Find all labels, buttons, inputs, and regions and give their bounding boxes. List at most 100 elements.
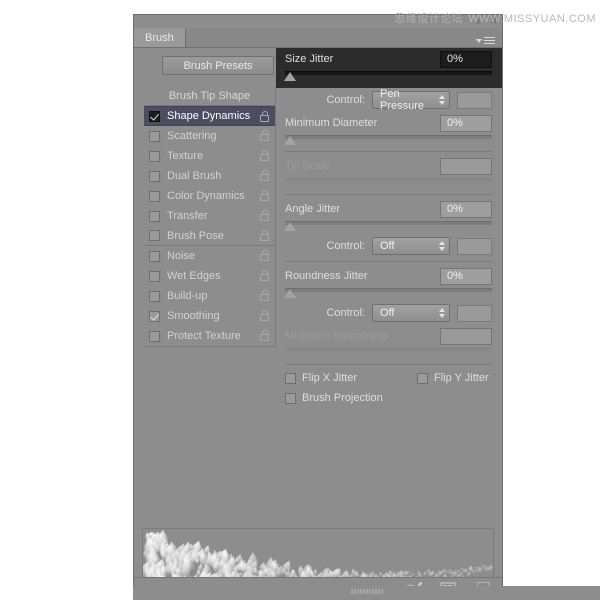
checkbox-color-dynamics[interactable]: [149, 191, 160, 202]
size-control-dropdown[interactable]: Pen Pressure: [372, 91, 450, 109]
minimum-roundness-slider: [285, 347, 492, 361]
tilt-scale-value: [440, 158, 492, 175]
brush-panel-window: « ✕ Brush Brush Presets Brush Tip ShapeS…: [133, 14, 503, 600]
brush-projection-checkbox[interactable]: [285, 393, 296, 404]
lock-icon[interactable]: [260, 230, 269, 241]
roundness-control-stub: [457, 305, 492, 322]
checkbox-shape-dynamics[interactable]: [149, 111, 160, 122]
flip-x-jitter-checkbox[interactable]: [285, 373, 296, 384]
sidebar-item-wet-edges[interactable]: Wet Edges: [144, 266, 275, 286]
checkbox-texture[interactable]: [149, 151, 160, 162]
brush-projection-label: Brush Projection: [302, 392, 383, 404]
stepper-arrows-icon: [439, 308, 445, 318]
lock-icon[interactable]: [260, 150, 269, 161]
checkbox-smoothing[interactable]: [149, 311, 160, 322]
roundness-jitter-thumb[interactable]: [284, 289, 296, 298]
flip-jitter-row: Flip X Jitter Flip Y Jitter: [276, 368, 502, 388]
sidebar-item-build-up[interactable]: Build-up: [144, 286, 275, 306]
size-jitter-slider[interactable]: [285, 70, 492, 84]
lock-icon[interactable]: [260, 190, 269, 201]
brush-options-sidebar: Brush Presets Brush Tip ShapeShape Dynam…: [134, 48, 276, 577]
size-jitter-row: Size Jitter 0%: [276, 48, 502, 70]
angle-control-dropdown[interactable]: Off: [372, 237, 450, 255]
sidebar-item-transfer[interactable]: Transfer: [144, 206, 275, 226]
flip-x-jitter-label: Flip X Jitter: [302, 372, 357, 384]
sidebar-item-protect-texture[interactable]: Protect Texture: [144, 326, 275, 346]
brush-stroke-preview: [142, 528, 494, 577]
angle-jitter-label: Angle Jitter: [285, 203, 440, 215]
brush-presets-button[interactable]: Brush Presets: [162, 56, 274, 75]
size-control-block: Control: Pen Pressure: [276, 88, 502, 112]
angle-jitter-row: Angle Jitter 0%: [276, 198, 502, 220]
checkbox-dual-brush[interactable]: [149, 171, 160, 182]
sidebar-item-smoothing[interactable]: Smoothing: [144, 306, 275, 326]
checkbox-brush-pose[interactable]: [149, 230, 160, 241]
roundness-control-value: Off: [380, 307, 439, 319]
angle-control-row: Control: Off: [276, 234, 502, 258]
drag-grip-icon[interactable]: [351, 589, 382, 594]
sidebar-item-dual-brush[interactable]: Dual Brush: [144, 166, 275, 186]
checkbox-transfer[interactable]: [149, 211, 160, 222]
lock-icon[interactable]: [260, 270, 269, 281]
roundness-jitter-slider[interactable]: [285, 287, 492, 301]
sidebar-item-texture[interactable]: Texture: [144, 146, 275, 166]
sidebar-item-noise[interactable]: Noise: [144, 246, 275, 266]
angle-jitter-block: Angle Jitter 0%: [276, 198, 502, 234]
sidebar-item-label: Wet Edges: [167, 270, 221, 282]
lock-icon[interactable]: [260, 330, 269, 341]
checkbox-scattering[interactable]: [149, 131, 160, 142]
size-jitter-thumb[interactable]: [284, 72, 296, 81]
panel-menu-icon[interactable]: [476, 37, 495, 44]
checkbox-noise[interactable]: [149, 251, 160, 262]
minimum-diameter-block: Minimum Diameter 0%: [276, 112, 502, 148]
angle-jitter-value[interactable]: 0%: [440, 201, 492, 218]
sidebar-item-scattering[interactable]: Scattering: [144, 126, 275, 146]
lock-icon[interactable]: [260, 111, 269, 122]
status-bar: [133, 586, 600, 600]
tilt-scale-track: [285, 178, 492, 182]
sidebar-item-label: Texture: [167, 150, 203, 162]
size-jitter-value[interactable]: 0%: [440, 51, 492, 68]
minimum-diameter-row: Minimum Diameter 0%: [276, 112, 502, 134]
minimum-diameter-track: [285, 135, 492, 139]
panel-body: Brush Presets Brush Tip ShapeShape Dynam…: [134, 48, 502, 577]
size-control-row: Control: Pen Pressure: [276, 88, 502, 112]
flip-y-jitter-checkbox[interactable]: [417, 373, 428, 384]
sidebar-item-brush-tip-shape[interactable]: Brush Tip Shape: [144, 86, 275, 106]
lock-icon[interactable]: [260, 250, 269, 261]
minimum-diameter-value[interactable]: 0%: [440, 115, 492, 132]
roundness-jitter-value[interactable]: 0%: [440, 268, 492, 285]
minimum-diameter-slider[interactable]: [285, 134, 492, 148]
lock-icon[interactable]: [260, 310, 269, 321]
sidebar-item-label: Brush Pose: [167, 230, 224, 242]
sidebar-item-shape-dynamics[interactable]: Shape Dynamics: [144, 106, 275, 126]
tilt-scale-block: Tilt Scale: [276, 155, 502, 191]
checkbox-wet-edges[interactable]: [149, 271, 160, 282]
collapse-icon[interactable]: «: [475, 17, 481, 27]
angle-jitter-slider[interactable]: [285, 220, 492, 234]
sidebar-item-brush-pose[interactable]: Brush Pose: [144, 226, 275, 246]
angle-jitter-thumb[interactable]: [284, 222, 296, 231]
angle-control-stub: [457, 238, 492, 255]
minimum-diameter-label: Minimum Diameter: [285, 117, 440, 129]
sidebar-item-label: Color Dynamics: [167, 190, 245, 202]
roundness-control-dropdown[interactable]: Off: [372, 304, 450, 322]
lock-icon[interactable]: [260, 170, 269, 181]
roundness-jitter-row: Roundness Jitter 0%: [276, 265, 502, 287]
lock-icon[interactable]: [260, 130, 269, 141]
close-icon[interactable]: ✕: [490, 17, 498, 27]
minimum-roundness-block: Minimum Roundness: [276, 325, 502, 361]
checkbox-build-up[interactable]: [149, 291, 160, 302]
hamburger-icon: [484, 37, 495, 44]
minimum-diameter-thumb[interactable]: [284, 136, 296, 145]
minimum-roundness-label: Minimum Roundness: [285, 330, 440, 342]
flip-y-jitter-label: Flip Y Jitter: [434, 372, 489, 384]
sidebar-item-color-dynamics[interactable]: Color Dynamics: [144, 186, 275, 206]
brush-options-list: Brush Tip ShapeShape Dynamics Scattering T…: [144, 86, 276, 347]
size-jitter-block: Size Jitter 0%: [276, 48, 502, 88]
sidebar-item-label: Scattering: [167, 130, 217, 142]
lock-icon[interactable]: [260, 210, 269, 221]
lock-icon[interactable]: [260, 290, 269, 301]
checkbox-protect-texture[interactable]: [149, 331, 160, 342]
tab-brush[interactable]: Brush: [134, 28, 186, 47]
